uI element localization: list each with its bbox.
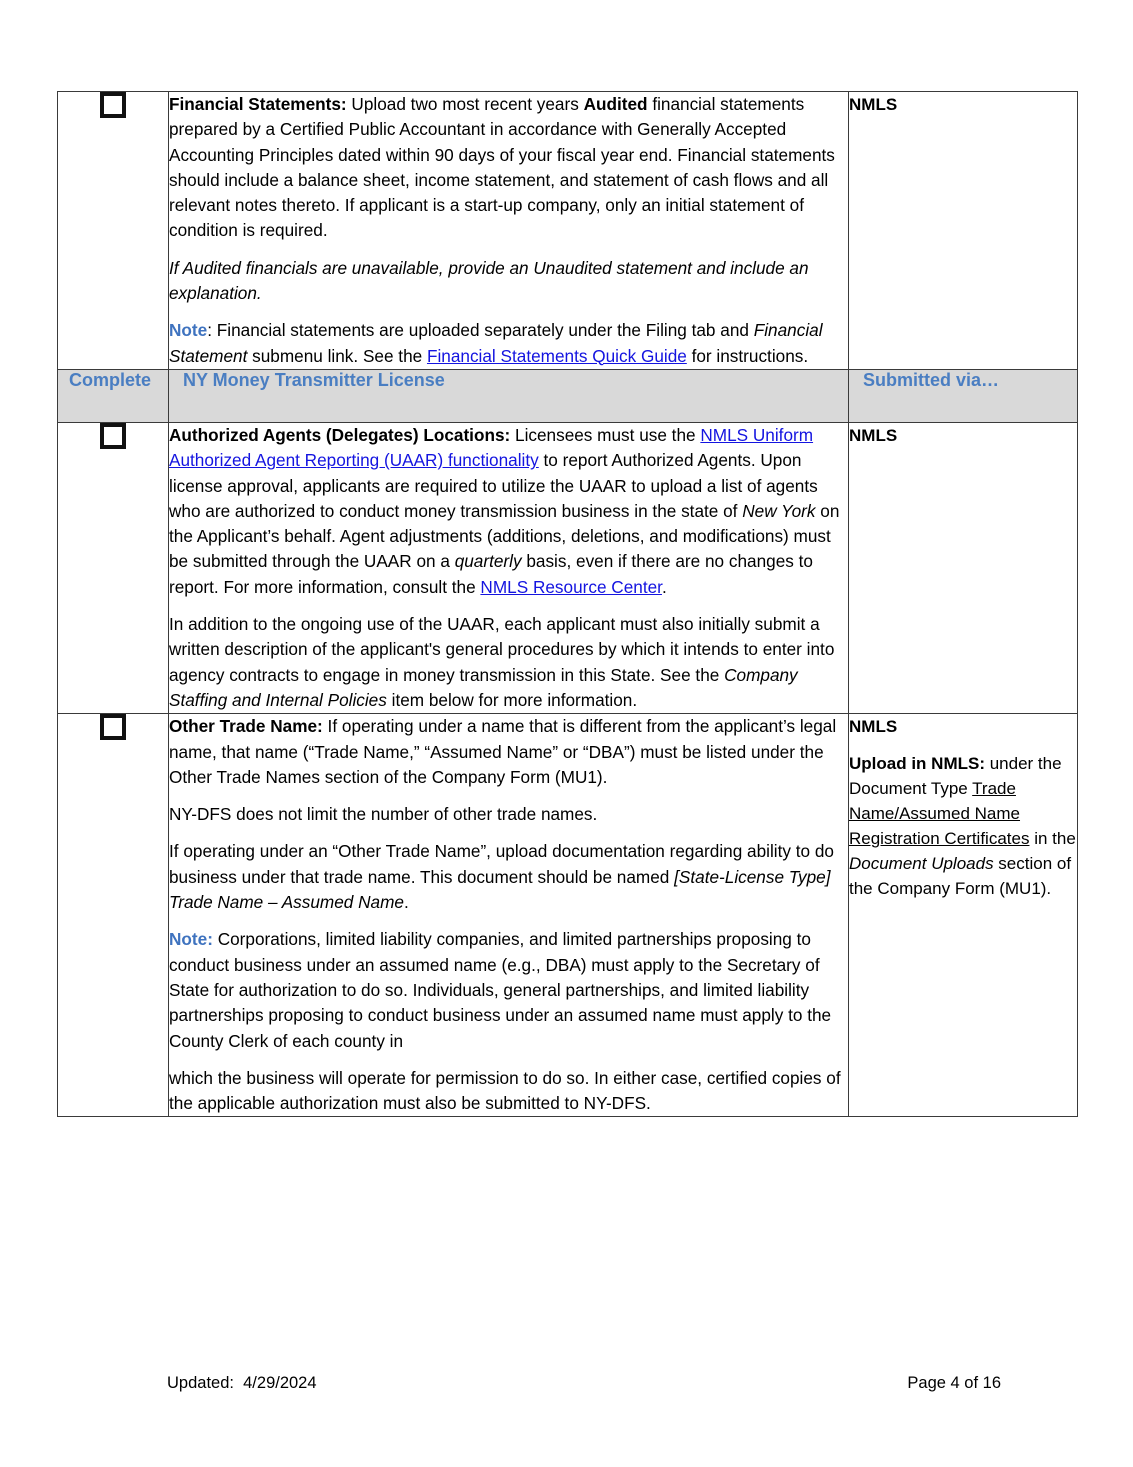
complete-checkbox-cell-other-trade-name[interactable]	[57, 713, 169, 1118]
footer-updated-date: Updated: 4/29/2024	[167, 1374, 317, 1392]
emphasis-audited: Audited	[583, 94, 648, 114]
upload-in-nmls-label: Upload in NMLS:	[849, 754, 985, 774]
table-row-other-trade-name: Other Trade Name: If operating under a n…	[57, 713, 1078, 1118]
submitted-via-value: NMLS	[849, 425, 898, 445]
submitted-via-value: NMLS	[849, 717, 898, 737]
paragraph-authorized-agents-intro: Authorized Agents (Delegates) Locations:…	[169, 423, 848, 600]
paragraph-other-trade-name-note-continued: which the business will operate for perm…	[169, 1067, 841, 1114]
column-header-submitted-via: Submitted via…	[848, 368, 1078, 423]
submitted-via-authorized-agents: NMLS	[848, 421, 1078, 715]
note-label: Note	[169, 320, 208, 341]
italic-new-york: New York	[742, 500, 816, 521]
paragraph-upload-documentation: If operating under an “Other Trade Name”…	[169, 839, 848, 915]
paragraph-financial-statements-note: Note: Financial statements are uploaded …	[169, 318, 848, 369]
text-fragment: submenu link. See the	[247, 345, 427, 366]
requirement-body-other-trade-name: Other Trade Name: If operating under a n…	[168, 713, 849, 1118]
paragraph-unaudited-note: If Audited financials are unavailable, p…	[169, 257, 809, 304]
section-title-ny-money-transmitter-license: NY Money Transmitter License	[168, 368, 849, 423]
submitted-via-financial-statements: NMLS	[848, 91, 1078, 370]
section-header-row: Complete NY Money Transmitter License Su…	[57, 368, 1078, 423]
page-footer: Updated: 4/29/2024 Page 4 of 16	[57, 1374, 1077, 1400]
link-financial-statements-quick-guide[interactable]: Financial Statements Quick Guide	[427, 346, 687, 366]
text-fragment: in the	[1029, 829, 1076, 849]
text-fragment: : Financial statements are uploaded sepa…	[207, 320, 754, 341]
requirement-title-authorized-agents: Authorized Agents (Delegates) Locations:	[169, 424, 511, 445]
requirement-body-financial-statements: Financial Statements: Upload two most re…	[168, 91, 849, 370]
paragraph-authorized-agents-written-description: In addition to the ongoing use of the UA…	[169, 612, 848, 713]
document-page: Financial Statements: Upload two most re…	[0, 0, 1133, 1467]
text-fragment: Corporations, limited liability companie…	[169, 929, 832, 1051]
text-fragment: for instructions.	[686, 345, 809, 366]
paragraph-upload-in-nmls: Upload in NMLS: under the Document Type …	[849, 751, 1077, 901]
text-fragment: Licensees must use the	[510, 424, 701, 445]
column-header-complete: Complete	[57, 368, 169, 423]
note-label: Note:	[169, 929, 213, 950]
footer-page-number: Page 4 of 16	[907, 1374, 1001, 1392]
complete-checkbox-cell-authorized-agents[interactable]	[57, 421, 169, 715]
paragraph-other-trade-name-intro: Other Trade Name: If operating under a n…	[169, 714, 848, 790]
link-nmls-resource-center[interactable]: NMLS Resource Center	[480, 577, 662, 597]
requirement-title-other-trade-name: Other Trade Name:	[169, 716, 323, 737]
requirement-body-authorized-agents: Authorized Agents (Delegates) Locations:…	[168, 421, 849, 715]
requirement-title-financial-statements: Financial Statements:	[169, 94, 347, 114]
checkbox-icon[interactable]	[100, 422, 126, 449]
text-fragment: .	[403, 892, 409, 913]
text-fragment: financial statements prepared by a Certi…	[169, 94, 835, 241]
complete-checkbox-cell-financial-statements[interactable]	[57, 91, 169, 370]
paragraph-no-limit: NY-DFS does not limit the number of othe…	[169, 804, 598, 825]
paragraph-financial-statements-intro: Financial Statements: Upload two most re…	[169, 92, 848, 244]
requirements-checklist-table: Financial Statements: Upload two most re…	[57, 91, 1078, 1118]
text-fragment: item below for more information.	[386, 689, 638, 710]
text-fragment: Upload two most recent years	[346, 94, 584, 114]
checkbox-icon[interactable]	[100, 92, 126, 118]
submitted-via-other-trade-name: NMLS Upload in NMLS: under the Document …	[848, 713, 1078, 1118]
submitted-via-value: NMLS	[849, 95, 898, 114]
italic-document-uploads: Document Uploads	[849, 854, 994, 874]
table-row-authorized-agents: Authorized Agents (Delegates) Locations:…	[57, 421, 1078, 715]
text-fragment: .	[661, 576, 667, 597]
checkbox-icon[interactable]	[100, 714, 126, 741]
table-row-financial-statements: Financial Statements: Upload two most re…	[57, 91, 1078, 370]
paragraph-other-trade-name-note: Note: Corporations, limited liability co…	[169, 927, 848, 1053]
italic-quarterly: quarterly	[454, 551, 522, 572]
